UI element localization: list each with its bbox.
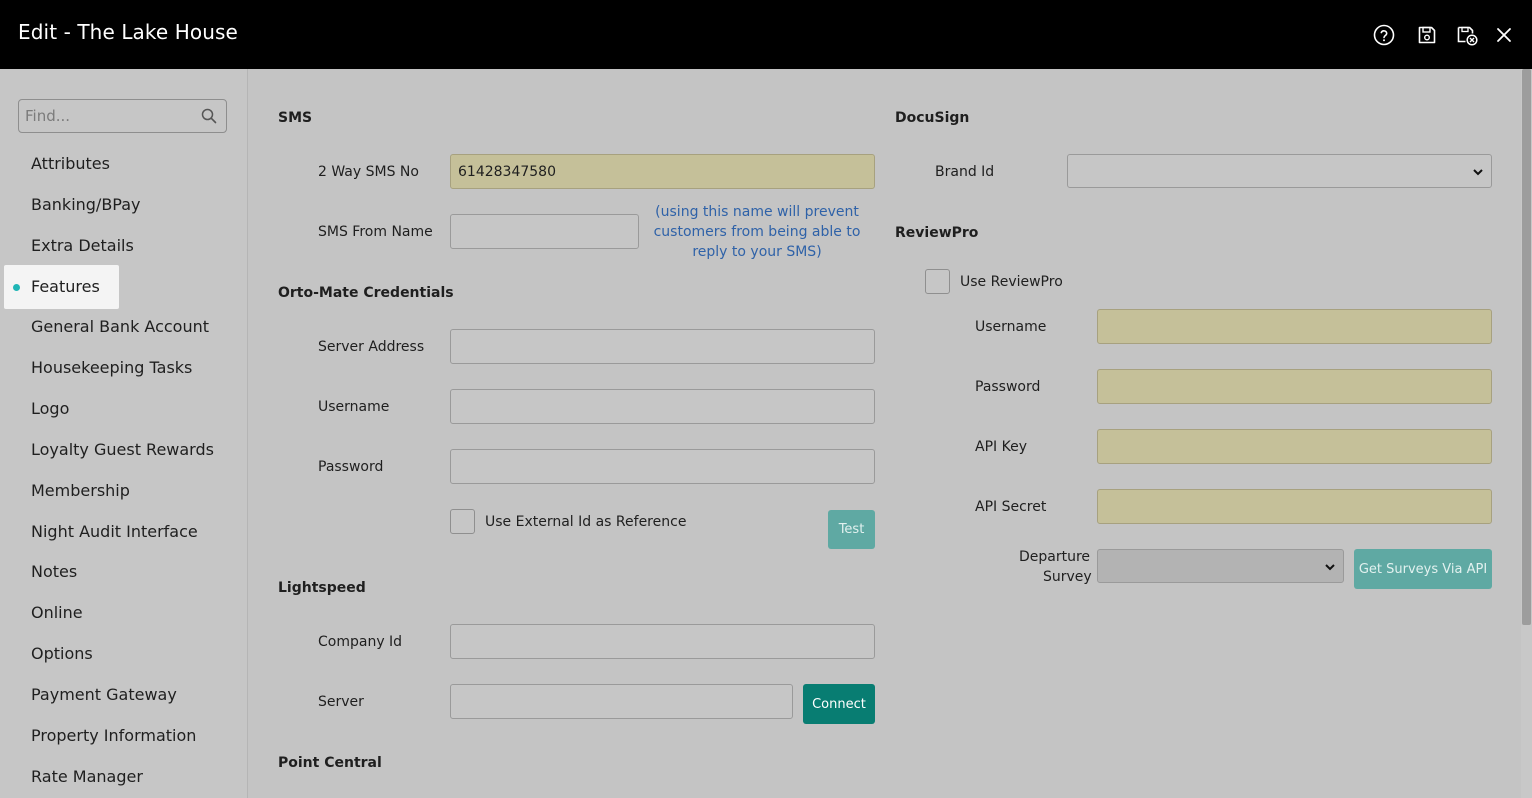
ortomate-password-label: Password bbox=[318, 459, 384, 475]
scrollbar-thumb[interactable] bbox=[1522, 69, 1531, 625]
two-way-sms-input[interactable] bbox=[450, 154, 875, 189]
api-key-input[interactable] bbox=[1097, 429, 1492, 464]
departure-survey-label-line2: Survey bbox=[1043, 569, 1092, 585]
reviewpro-username-label: Username bbox=[975, 319, 1047, 335]
api-key-label: API Key bbox=[975, 439, 1027, 455]
sidebar-item-payment-gateway[interactable]: Payment Gateway bbox=[31, 685, 177, 704]
search-icon[interactable] bbox=[201, 108, 217, 124]
reviewpro-password-input[interactable] bbox=[1097, 369, 1492, 404]
lightspeed-server-input[interactable] bbox=[450, 684, 793, 719]
reviewpro-username-input[interactable] bbox=[1097, 309, 1492, 344]
ortomate-section-title: Orto-Mate Credentials bbox=[278, 285, 454, 301]
save-icon[interactable] bbox=[1416, 24, 1438, 46]
docusign-section-title: DocuSign bbox=[895, 110, 970, 126]
sidebar-search bbox=[18, 99, 227, 133]
search-input[interactable] bbox=[19, 100, 199, 132]
use-external-id-label: Use External Id as Reference bbox=[485, 514, 687, 530]
use-reviewpro-label: Use ReviewPro bbox=[960, 274, 1063, 290]
company-id-label: Company Id bbox=[318, 634, 403, 650]
sidebar-item-loyalty-guest-rewards[interactable]: Loyalty Guest Rewards bbox=[31, 440, 214, 459]
get-surveys-button[interactable]: Get Surveys Via API bbox=[1354, 549, 1492, 589]
sms-section-title: SMS bbox=[278, 110, 313, 126]
use-external-id-checkbox[interactable] bbox=[450, 509, 475, 534]
sidebar-item-night-audit-interface[interactable]: Night Audit Interface bbox=[31, 522, 198, 541]
save-close-icon[interactable] bbox=[1456, 24, 1478, 46]
sidebar: Attributes Banking/BPay Extra Details Fe… bbox=[0, 69, 248, 798]
sidebar-item-attributes[interactable]: Attributes bbox=[31, 154, 110, 173]
lightspeed-server-label: Server bbox=[318, 694, 364, 710]
sidebar-item-housekeeping-tasks[interactable]: Housekeeping Tasks bbox=[31, 358, 192, 377]
connect-button[interactable]: Connect bbox=[803, 684, 875, 724]
sidebar-item-property-information[interactable]: Property Information bbox=[31, 726, 196, 745]
chevron-down-icon bbox=[1325, 564, 1335, 571]
sidebar-item-logo[interactable]: Logo bbox=[31, 399, 69, 418]
company-id-input[interactable] bbox=[450, 624, 875, 659]
active-dot-icon bbox=[13, 284, 20, 291]
window-title: Edit - The Lake House bbox=[18, 20, 238, 44]
sidebar-item-rate-manager[interactable]: Rate Manager bbox=[31, 767, 143, 786]
server-address-label: Server Address bbox=[318, 339, 425, 355]
ortomate-username-label: Username bbox=[318, 399, 390, 415]
sms-from-name-label: SMS From Name bbox=[318, 224, 433, 240]
test-button[interactable]: Test bbox=[828, 510, 875, 549]
use-reviewpro-checkbox[interactable] bbox=[925, 269, 950, 294]
scrollbar[interactable] bbox=[1521, 69, 1532, 798]
sidebar-item-general-bank-account[interactable]: General Bank Account bbox=[31, 317, 209, 336]
sms-from-name-hint: (using this name will prevent customers … bbox=[653, 204, 861, 260]
ortomate-username-input[interactable] bbox=[450, 389, 875, 424]
reviewpro-password-label: Password bbox=[975, 379, 1041, 395]
sms-from-name-input[interactable] bbox=[450, 214, 639, 249]
sidebar-item-membership[interactable]: Membership bbox=[31, 481, 130, 500]
api-secret-label: API Secret bbox=[975, 499, 1047, 515]
two-way-sms-label: 2 Way SMS No bbox=[318, 164, 419, 180]
reviewpro-section-title: ReviewPro bbox=[895, 225, 979, 241]
title-bar: Edit - The Lake House bbox=[0, 0, 1532, 69]
api-secret-input[interactable] bbox=[1097, 489, 1492, 524]
chevron-down-icon bbox=[1473, 169, 1483, 176]
server-address-input[interactable] bbox=[450, 329, 875, 364]
brand-id-label: Brand Id bbox=[935, 164, 995, 180]
help-circle-icon[interactable] bbox=[1373, 24, 1395, 46]
close-icon[interactable] bbox=[1493, 24, 1515, 46]
sidebar-item-options[interactable]: Options bbox=[31, 644, 93, 663]
sidebar-item-online[interactable]: Online bbox=[31, 603, 83, 622]
lightspeed-section-title: Lightspeed bbox=[278, 580, 366, 596]
brand-id-select[interactable] bbox=[1067, 154, 1492, 188]
sidebar-item-notes[interactable]: Notes bbox=[31, 562, 77, 581]
point-central-section-title: Point Central bbox=[278, 755, 382, 771]
sidebar-item-banking-bpay[interactable]: Banking/BPay bbox=[31, 195, 141, 214]
sidebar-item-features[interactable]: Features bbox=[31, 277, 100, 296]
sidebar-item-extra-details[interactable]: Extra Details bbox=[31, 236, 134, 255]
ortomate-password-input[interactable] bbox=[450, 449, 875, 484]
departure-survey-select[interactable] bbox=[1097, 549, 1344, 583]
departure-survey-label-line1: Departure bbox=[1019, 549, 1091, 565]
